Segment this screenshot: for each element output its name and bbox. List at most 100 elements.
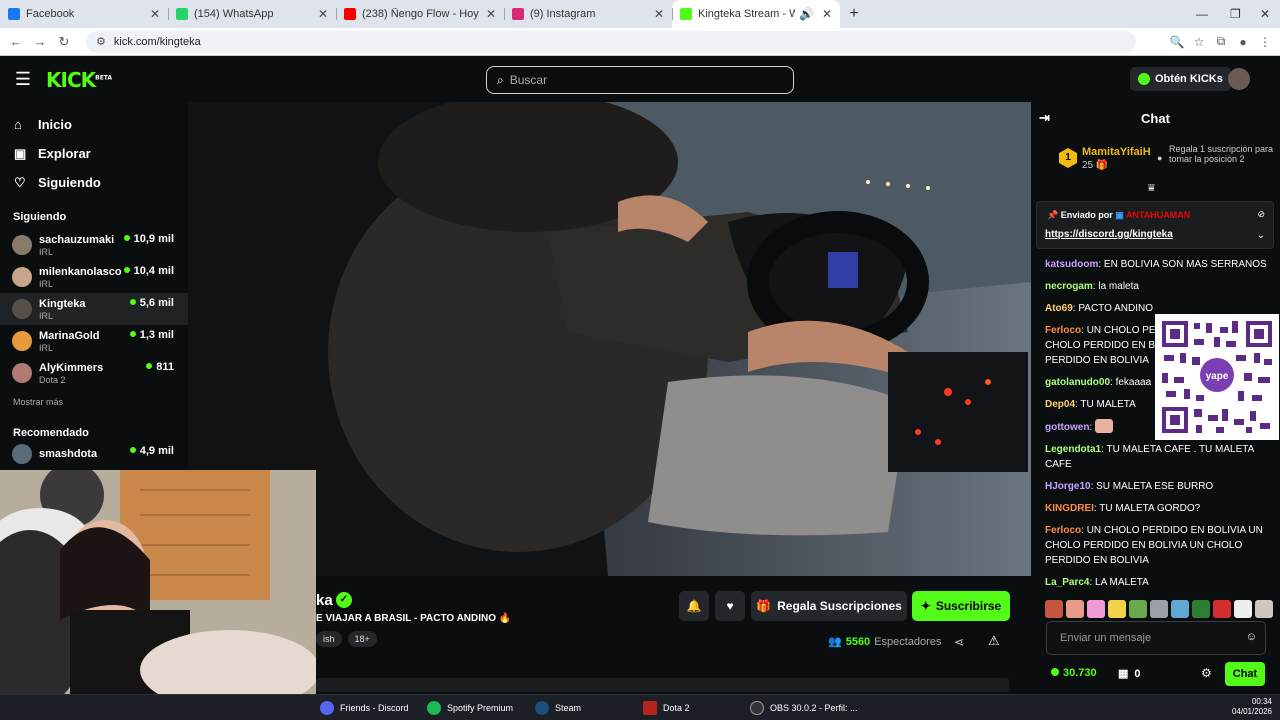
speaker-icon[interactable]: 🔊 [799, 7, 814, 21]
browser-tab-youtube[interactable]: (238) Ñengo Flow - Hoy ft. Bad ✕ [336, 0, 504, 28]
forward-icon[interactable]: → [28, 34, 52, 49]
close-tab-icon[interactable]: ✕ [150, 7, 160, 21]
hide-pinned-icon[interactable]: ⊘ [1257, 209, 1265, 220]
close-tab-icon[interactable]: ✕ [822, 7, 832, 21]
emote-button[interactable] [1171, 600, 1189, 618]
reload-icon[interactable]: ↻ [52, 34, 76, 50]
taskbar-steam[interactable]: Steam [535, 699, 581, 717]
kicks-balance[interactable]: 30.730 [1051, 667, 1097, 679]
kick-logo[interactable]: KICKBETA [46, 68, 112, 92]
system-clock[interactable]: 00:34 04/01/2026 [1232, 697, 1272, 717]
chat-username[interactable]: Ferloco [1045, 325, 1081, 336]
chat-username[interactable]: KINGDREI [1045, 503, 1094, 514]
report-warning-icon[interactable]: ⚠ [988, 633, 1000, 649]
whatsapp-icon [176, 8, 188, 20]
close-tab-icon[interactable]: ✕ [486, 7, 496, 21]
subscribe-button[interactable]: ✦ Suscribirse [912, 591, 1010, 621]
close-window-button[interactable]: ✕ [1260, 0, 1270, 28]
collapse-chat-icon[interactable]: ⇥ [1039, 110, 1050, 126]
chat-username[interactable]: Ato69 [1045, 303, 1073, 314]
leader-name[interactable]: MamitaYifaiH [1082, 146, 1151, 158]
hamburger-menu-icon[interactable]: ☰ [0, 69, 46, 90]
close-tab-icon[interactable]: ✕ [318, 7, 328, 21]
chat-username[interactable]: Ferloco [1045, 525, 1081, 536]
back-icon[interactable]: ← [4, 34, 28, 49]
nav-siguiendo[interactable]: ♡ Siguiendo [0, 168, 188, 197]
pinned-link[interactable]: https://discord.gg/kingteka [1045, 229, 1173, 240]
taskbar-discord[interactable]: Friends - Discord [320, 699, 409, 717]
heart-icon: ♥ [726, 599, 734, 613]
browser-tab-whatsapp[interactable]: (154) WhatsApp ✕ [168, 0, 336, 28]
emote-button[interactable] [1150, 600, 1168, 618]
minimize-button[interactable]: — [1196, 0, 1208, 28]
emote-button[interactable] [1192, 600, 1210, 618]
nav-explorar[interactable]: ▣ Explorar [0, 139, 188, 168]
follow-button[interactable]: ♥ [715, 591, 745, 621]
sidebar-channel[interactable]: sachauzumaki IRL 10,9 mil [0, 229, 188, 261]
chat-username[interactable]: gatolanudo00 [1045, 377, 1110, 388]
send-chat-button[interactable]: Chat [1225, 662, 1265, 686]
chat-username[interactable]: HJorge10 [1045, 481, 1091, 492]
emoji-picker-icon[interactable]: ☺ [1246, 631, 1257, 643]
chevron-down-icon[interactable]: ⌄ [1257, 230, 1265, 241]
chat-username[interactable]: La_Parc4 [1045, 577, 1089, 587]
chat-message-input[interactable]: Enviar un mensaje ☺ [1046, 621, 1266, 655]
url-field[interactable]: ⚙ kick.com/kingteka [86, 30, 1136, 53]
maximize-button[interactable]: ❐ [1230, 0, 1241, 28]
browser-tab-instagram[interactable]: (9) Instagram ✕ [504, 0, 672, 28]
sidebar: ⌂ Inicio ▣ Explorar ♡ Siguiendo Siguiendo s… [0, 102, 188, 472]
search-input[interactable]: ⌕ Buscar [486, 66, 794, 94]
taskbar-dota[interactable]: Dota 2 [643, 699, 690, 717]
chat-username[interactable]: gottowen [1045, 422, 1089, 433]
bookmark-star-icon[interactable]: ☆ [1188, 35, 1210, 49]
emote-button[interactable] [1087, 600, 1105, 618]
chat-username[interactable]: Legendota1 [1045, 444, 1101, 455]
notification-button[interactable]: 🔔 [679, 591, 709, 621]
tag-mature[interactable]: 18+ [347, 631, 377, 647]
taskbar-obs[interactable]: OBS 30.0.2 - Perfil: ... [750, 699, 858, 717]
browser-tab-bar: Facebook ✕ (154) WhatsApp ✕ (238) Ñengo Fl… [0, 0, 1280, 28]
profile-icon[interactable]: ● [1232, 35, 1254, 49]
emote-button[interactable] [1129, 600, 1147, 618]
close-tab-icon[interactable]: ✕ [654, 7, 664, 21]
nav-inicio[interactable]: ⌂ Inicio [0, 110, 188, 139]
chat-username[interactable]: katsudoom [1045, 259, 1098, 270]
site-info-icon[interactable]: ⚙ [96, 35, 106, 48]
user-avatar[interactable] [1228, 68, 1250, 90]
browser-tab-kick[interactable]: Kingteka Stream - Watch Li 🔊 ✕ [672, 0, 840, 28]
streamer-name[interactable]: ka [316, 592, 333, 609]
tab-title: (9) Instagram [530, 8, 596, 20]
extensions-icon[interactable]: ⧉ [1210, 34, 1232, 49]
get-kicks-button[interactable]: Obtén KICKs [1130, 67, 1231, 91]
emote-button[interactable] [1255, 600, 1273, 618]
emote-button[interactable] [1213, 600, 1231, 618]
tag-language[interactable]: ish [316, 631, 342, 647]
sidebar-channel[interactable]: AlyKimmers Dota 2 811 [0, 357, 188, 389]
chat-username[interactable]: necrogam [1045, 281, 1093, 292]
zoom-icon[interactable]: 🔍 [1166, 35, 1188, 49]
gear-icon[interactable]: ⚙ [1201, 666, 1212, 680]
sidebar-channel[interactable]: smashdota 4,9 mil [0, 444, 188, 464]
stream-tags: ish 18+ [316, 631, 377, 647]
verified-icon: ✓ [336, 592, 352, 608]
gift-subs-button[interactable]: 🎁 Regala Suscripciones [751, 591, 907, 621]
show-more-link[interactable]: Mostrar más [0, 397, 188, 407]
avatar [12, 267, 32, 287]
emote-button[interactable] [1234, 600, 1252, 618]
share-icon[interactable]: ⋖ [954, 635, 964, 649]
expand-leaderboard-icon[interactable]: ⩸ [1148, 182, 1155, 195]
emote-button[interactable] [1108, 600, 1126, 618]
more-menu-icon[interactable]: ⋮ [1254, 35, 1276, 49]
taskbar-spotify[interactable]: Spotify Premium [427, 699, 513, 717]
new-tab-button[interactable]: + [840, 0, 868, 28]
sidebar-channel[interactable]: MarinaGold IRL 1,3 mil [0, 325, 188, 357]
emote-button[interactable] [1066, 600, 1084, 618]
leader-gift-prompt[interactable]: ● Regala 1 suscripción para tomar la posi… [1157, 144, 1274, 164]
emote-button[interactable] [1045, 600, 1063, 618]
sidebar-channel[interactable]: Kingteka IRL 5,6 mil [0, 293, 188, 325]
chat-username[interactable]: Dep04 [1045, 399, 1075, 410]
channel-points[interactable]: ▦ 0 [1118, 667, 1141, 680]
gift-leaderboard: 1 MamitaYifaiH 25 🎁 ● Regala 1 suscripció… [1031, 138, 1280, 186]
sidebar-channel[interactable]: milenkanolasco IRL 10,4 mil [0, 261, 188, 293]
browser-tab-facebook[interactable]: Facebook ✕ [0, 0, 168, 28]
